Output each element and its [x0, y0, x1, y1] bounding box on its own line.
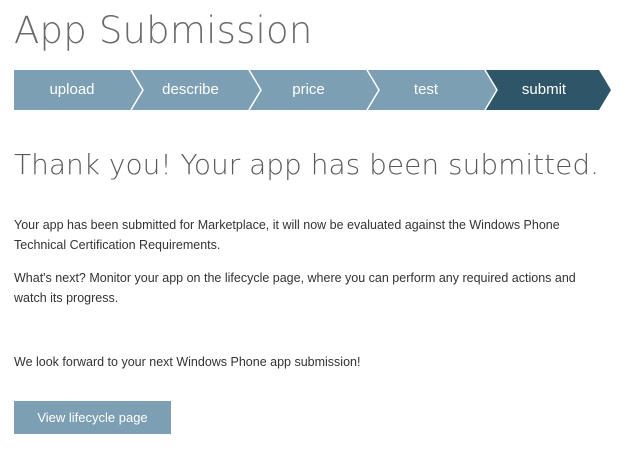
submission-info-text: Your app has been submitted for Marketpl…	[14, 218, 560, 252]
step-describe[interactable]: describe	[132, 70, 249, 110]
confirmation-heading: Thank you! Your app has been submitted.	[14, 148, 600, 181]
step-submit[interactable]: submit	[485, 70, 603, 110]
view-lifecycle-button[interactable]: View lifecycle page	[14, 401, 171, 434]
step-price[interactable]: price	[250, 70, 367, 110]
closing-text: We look forward to your next Windows Pho…	[14, 355, 361, 369]
step-upload[interactable]: upload	[14, 70, 130, 110]
page-title: App Submission	[14, 9, 313, 52]
step-test[interactable]: test	[367, 70, 485, 110]
next-steps-text: What's next? Monitor your app on the lif…	[14, 271, 576, 305]
submission-stepper: upload describe price test submit	[14, 69, 611, 111]
